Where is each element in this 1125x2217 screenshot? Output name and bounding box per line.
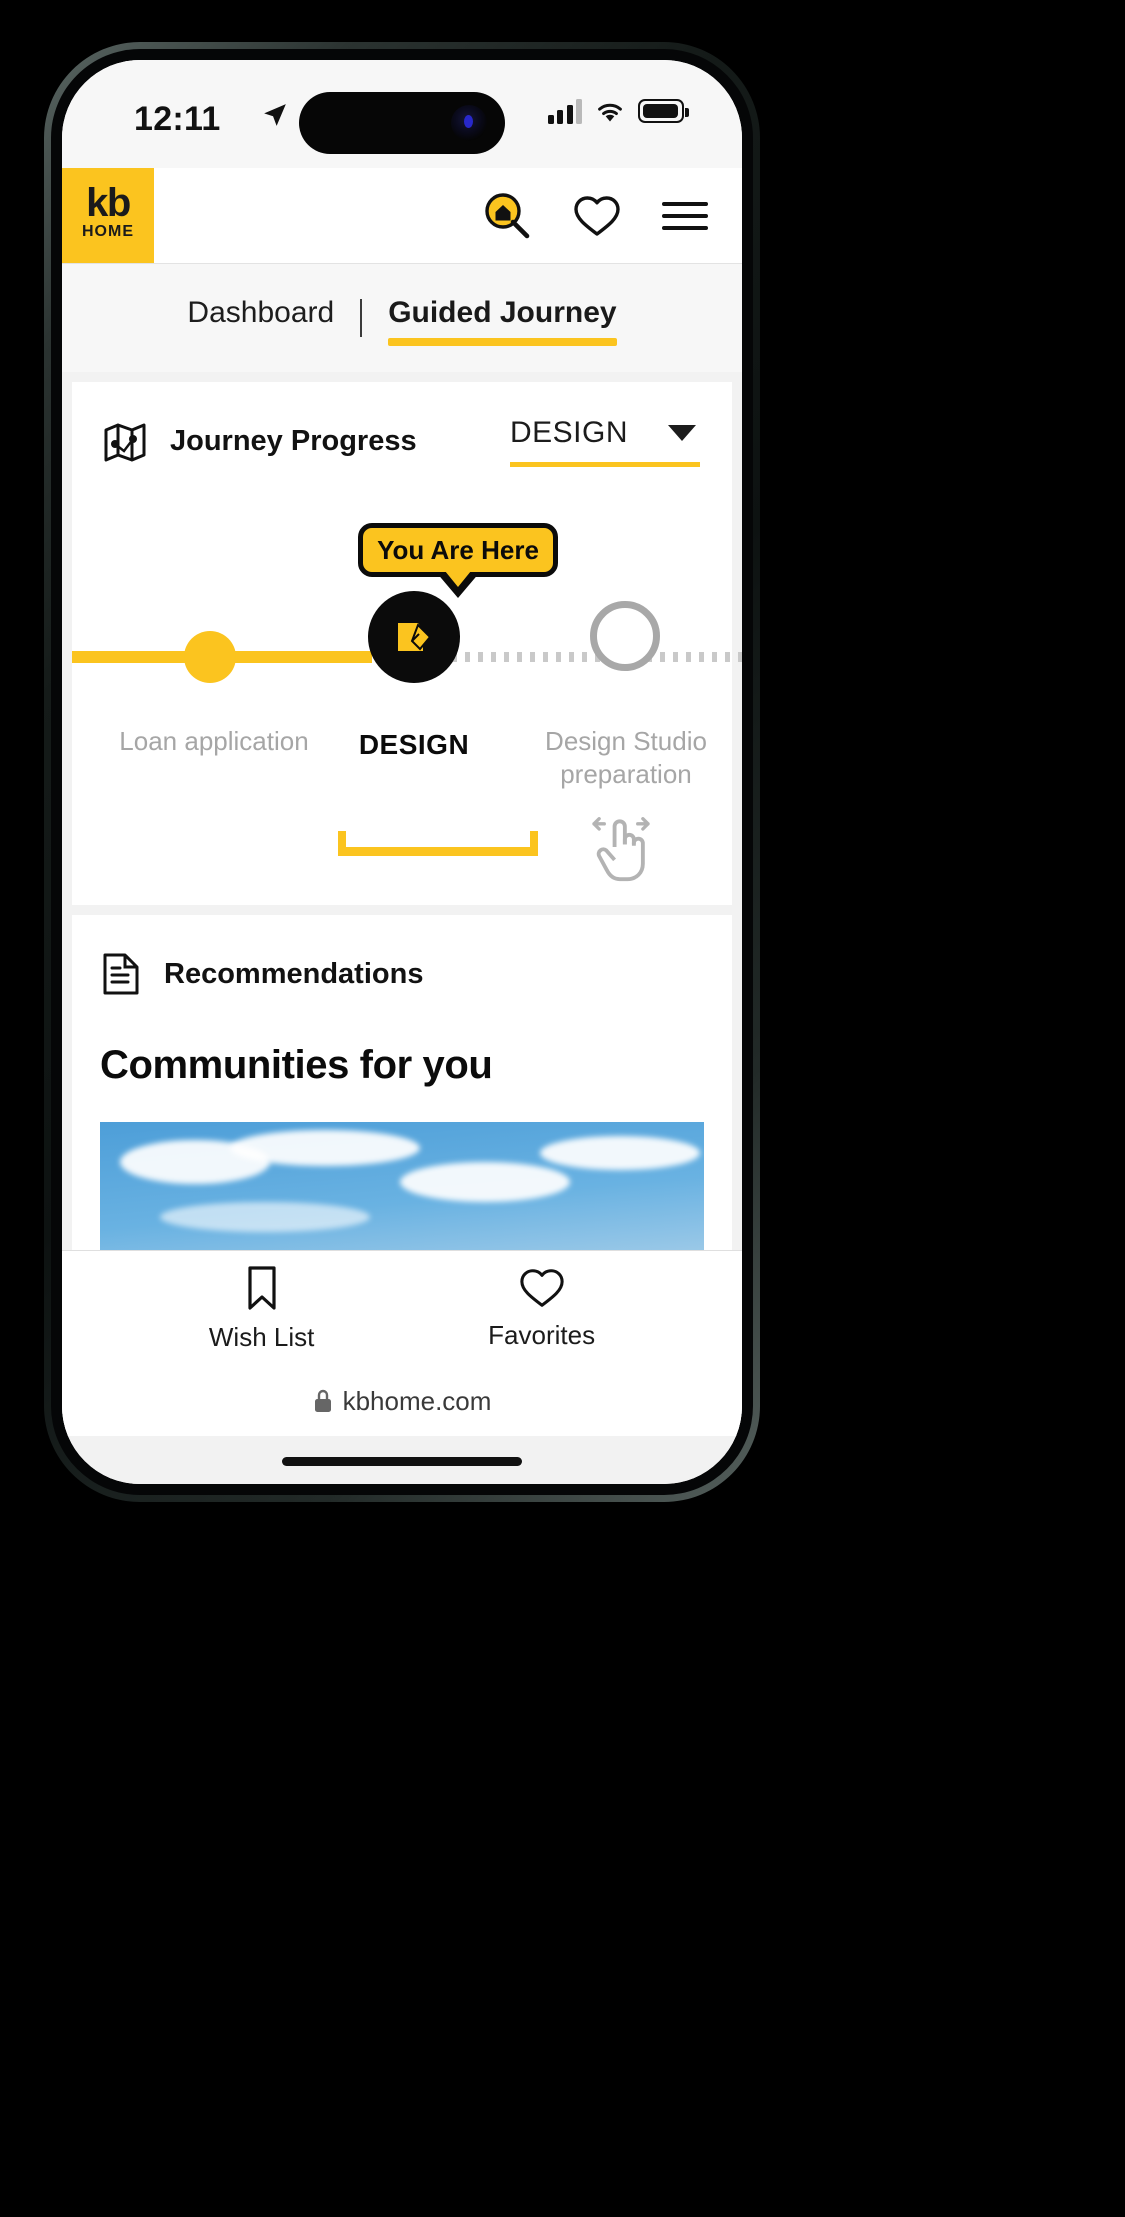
stage-underline bbox=[510, 462, 700, 467]
location-arrow-icon bbox=[264, 104, 286, 126]
tab-guided-journey[interactable]: Guided Journey bbox=[388, 296, 617, 346]
kb-home-logo[interactable]: kb HOME bbox=[62, 168, 154, 263]
timeline-scroll-indicator[interactable] bbox=[338, 831, 538, 856]
hamburger-line bbox=[662, 201, 708, 206]
stage-selected-value: DESIGN bbox=[510, 416, 629, 449]
screenshot-root: 12:11 kb HOME Dashboard Guided Journey J… bbox=[0, 0, 1125, 2217]
bottom-nav-wish-list[interactable]: Wish List bbox=[209, 1264, 314, 1353]
bookmark-icon bbox=[248, 1266, 276, 1310]
map-icon bbox=[104, 423, 146, 461]
menu-button[interactable] bbox=[662, 191, 708, 241]
recommendations-title: Recommendations bbox=[164, 957, 424, 990]
communities-heading: Communities for you bbox=[100, 1043, 493, 1087]
chevron-down-icon bbox=[668, 425, 697, 441]
stage-dropdown-row: DESIGN bbox=[510, 416, 700, 450]
dynamic-island bbox=[299, 92, 505, 154]
battery-icon bbox=[638, 99, 689, 123]
status-indicators bbox=[547, 98, 689, 124]
journey-title: Journey Progress bbox=[170, 425, 417, 457]
timeline-node-completed[interactable] bbox=[184, 631, 236, 683]
favorites-button[interactable] bbox=[572, 191, 622, 241]
bottom-nav-label: Wish List bbox=[208, 1322, 315, 1352]
lock-icon bbox=[314, 1389, 331, 1412]
timeline-label-design-studio-preparation: Design Studio preparation bbox=[545, 726, 707, 789]
bottom-nav-label: Favorites bbox=[488, 1320, 596, 1350]
search-home-icon bbox=[485, 192, 530, 238]
logo-home-text: HOME bbox=[82, 223, 134, 241]
you-are-here-label: You Are Here bbox=[377, 534, 539, 565]
status-bar: 12:11 bbox=[62, 60, 742, 168]
front-camera bbox=[451, 105, 487, 141]
swipe-hand-icon bbox=[592, 817, 650, 882]
tab-dashboard[interactable]: Dashboard bbox=[187, 296, 334, 340]
hamburger-line bbox=[662, 213, 708, 218]
journey-header: Journey Progress DESIGN bbox=[72, 382, 732, 475]
page-tabs: Dashboard Guided Journey bbox=[62, 264, 742, 372]
hamburger-line bbox=[662, 225, 708, 230]
journey-progress-card: Journey Progress DESIGN You Are Here Loa… bbox=[72, 382, 742, 905]
you-are-here-badge: You Are Here bbox=[358, 523, 558, 577]
cloud bbox=[540, 1136, 700, 1170]
bottom-navigation: Wish List Favorites bbox=[62, 1250, 742, 1366]
timeline-node-current[interactable] bbox=[368, 591, 460, 683]
stage-dropdown[interactable]: DESIGN bbox=[510, 416, 700, 467]
bottom-nav-favorites[interactable]: Favorites bbox=[488, 1266, 595, 1351]
recommendations-header: Recommendations bbox=[72, 915, 732, 997]
browser-url-bar[interactable]: kbhome.com bbox=[62, 1366, 742, 1436]
timeline-label-loan-application: Loan application bbox=[119, 726, 309, 756]
phone-screen: 12:11 kb HOME Dashboard Guided Journey J… bbox=[62, 60, 742, 1484]
timeline-node-upcoming[interactable] bbox=[590, 601, 660, 671]
cloud bbox=[230, 1130, 420, 1166]
wifi-icon bbox=[598, 103, 622, 121]
cloud bbox=[400, 1162, 570, 1202]
heart-icon bbox=[519, 1269, 564, 1307]
url-text: kbhome.com bbox=[342, 1385, 492, 1416]
heart-icon bbox=[574, 195, 620, 236]
home-indicator[interactable] bbox=[282, 1457, 522, 1466]
logo-kb-text: kb bbox=[86, 180, 131, 225]
search-button[interactable] bbox=[482, 191, 532, 241]
cloud bbox=[160, 1202, 370, 1232]
journey-timeline: You Are Here Loan application DESIGN Des… bbox=[72, 475, 742, 905]
site-header: kb HOME bbox=[62, 168, 742, 264]
timeline-label-design: DESIGN bbox=[358, 729, 470, 760]
cellular-signal-icon bbox=[547, 98, 582, 124]
design-folder-icon bbox=[398, 623, 432, 651]
document-icon bbox=[103, 953, 139, 995]
header-actions bbox=[482, 168, 742, 263]
tab-separator bbox=[360, 299, 363, 337]
status-time: 12:11 bbox=[134, 100, 221, 138]
